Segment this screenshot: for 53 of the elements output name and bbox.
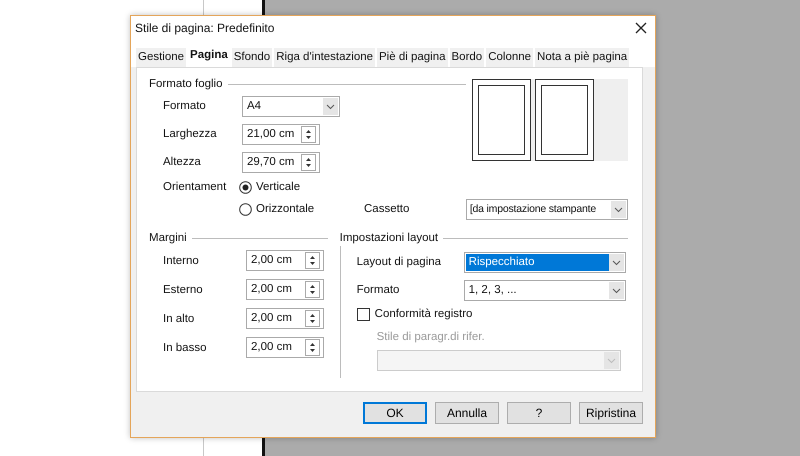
field-label: Cassetto xyxy=(364,203,410,215)
tab[interactable]: Riga d'intestazione xyxy=(274,48,376,67)
page-preview-icon xyxy=(534,79,594,161)
field-label: Formato xyxy=(356,284,400,296)
tab[interactable]: Gestione xyxy=(136,48,186,67)
spin-arrows-icon[interactable] xyxy=(305,252,320,269)
tab[interactable]: Piè di pagina xyxy=(377,48,448,67)
radio-label[interactable]: Verticale xyxy=(256,181,300,193)
field-label: Altezza xyxy=(163,156,202,168)
spin-field[interactable]: 2,00 cm xyxy=(246,337,324,358)
window-title: Stile di pagina: Predefinito xyxy=(135,21,274,35)
tab[interactable]: Colonne xyxy=(486,48,534,67)
field-label: Orientament xyxy=(163,181,228,193)
field-label: In basso xyxy=(163,342,208,354)
field-label: In alto xyxy=(163,312,196,324)
spin-field[interactable]: 2,00 cm xyxy=(246,279,324,300)
close-icon[interactable] xyxy=(635,22,647,34)
checkbox[interactable] xyxy=(356,308,370,320)
radio-button[interactable] xyxy=(239,202,252,216)
dropdown-value: A4 xyxy=(246,98,262,114)
dialog-button[interactable]: Ripristina xyxy=(579,402,643,424)
field-label: Formato xyxy=(163,100,207,112)
spin-field[interactable]: 2,00 cm xyxy=(246,250,324,271)
layout-dropdown[interactable]: Rispecchiato xyxy=(464,252,626,272)
group-title: Margini xyxy=(149,232,187,244)
dialog-button[interactable]: Annulla xyxy=(435,402,499,424)
radio-label[interactable]: Orizzontale xyxy=(256,203,314,215)
field-label: Esterno xyxy=(163,284,204,296)
tab[interactable]: Nota a piè pagina xyxy=(535,48,630,67)
group-title: Impostazioni layout xyxy=(340,232,438,244)
spin-arrows-icon[interactable] xyxy=(305,281,320,298)
layout-dropdown[interactable]: 1, 2, 3, ... xyxy=(464,280,626,300)
group-title: Formato foglio xyxy=(149,78,223,90)
dialog-button[interactable]: OK xyxy=(363,402,427,424)
dialog-button[interactable]: ? xyxy=(507,402,571,424)
tab[interactable]: Sfondo xyxy=(232,48,272,67)
field-label: Interno xyxy=(163,254,200,266)
spin-arrows-icon[interactable] xyxy=(305,339,320,356)
field-label: Layout di pagina xyxy=(356,256,442,268)
checkbox-label[interactable]: Conformità registro xyxy=(374,308,472,320)
spin-field[interactable]: 29,70 cm xyxy=(242,152,320,172)
spin-arrows-icon[interactable] xyxy=(301,126,316,142)
radio-button[interactable] xyxy=(239,180,252,194)
spin-field[interactable]: 21,00 cm xyxy=(242,124,320,144)
tab[interactable]: Bordo xyxy=(450,48,484,67)
spin-arrows-icon[interactable] xyxy=(305,310,320,327)
field-label: Stile di paragr.di rifer. xyxy=(376,331,486,343)
field-label: Larghezza xyxy=(163,128,218,140)
spin-arrows-icon[interactable] xyxy=(301,154,316,170)
page-preview-icon xyxy=(472,79,531,161)
spin-field[interactable]: 2,00 cm xyxy=(246,308,324,329)
format-dropdown[interactable]: A4 xyxy=(242,96,340,116)
tray-dropdown[interactable]: [da impostazione stampante xyxy=(466,198,628,220)
